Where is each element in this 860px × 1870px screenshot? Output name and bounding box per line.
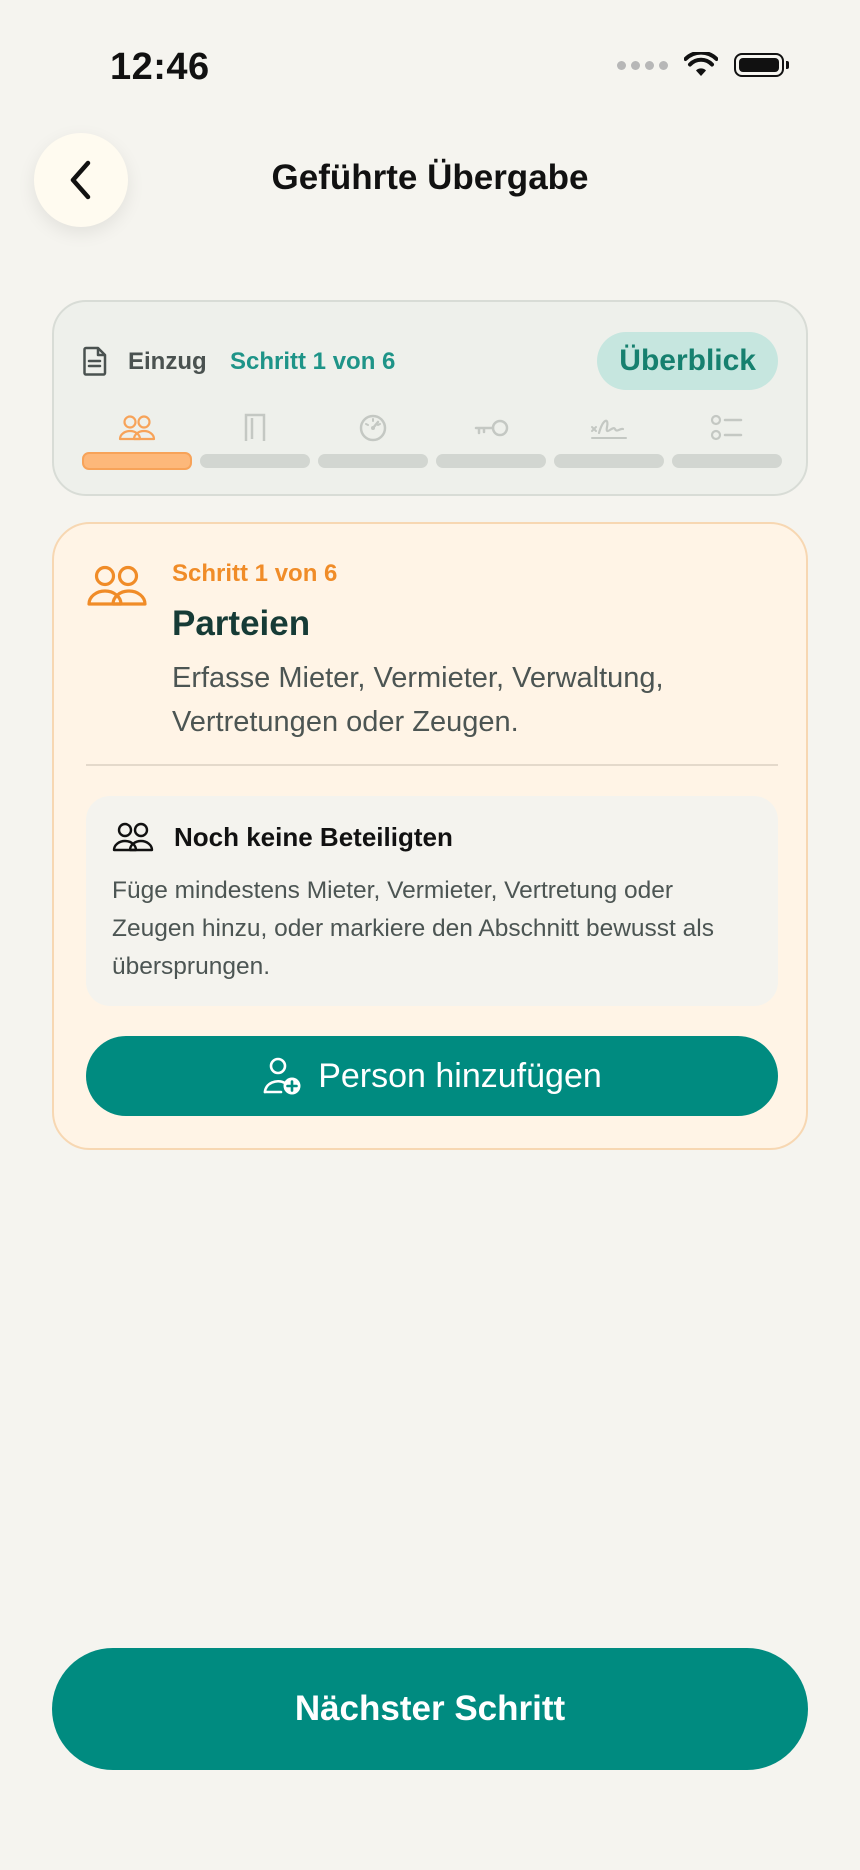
step-3-meters[interactable] [318,408,428,470]
battery-icon [734,53,789,77]
step-5-signatures[interactable] [554,408,664,470]
step-title: Parteien [172,604,311,643]
status-icons [617,52,789,78]
mode-label: Einzug [128,348,207,375]
step-bar [318,454,428,468]
key-icon [474,419,509,437]
step-bar [200,454,310,468]
empty-state: Noch keine Beteiligten Füge mindestens M… [86,796,778,1006]
divider [86,764,778,766]
step-indicator [82,408,782,470]
document-icon [83,346,107,376]
add-person-label: Person hinzufügen [318,1056,602,1095]
progress-card: Einzug Schritt 1 von 6 Überblick [52,300,808,496]
step-4-keys[interactable] [436,408,546,470]
cellular-signal-icon [617,60,668,70]
door-icon [244,413,266,441]
step-2-rooms[interactable] [200,408,310,470]
page-title: Geführte Übergabe [271,158,589,197]
step-bar [554,454,664,468]
step-kicker: Schritt 1 von 6 [172,560,338,587]
step-bar [672,454,782,468]
people-icon [87,565,147,606]
people-icon [118,415,156,441]
step-6-summary[interactable] [672,408,782,470]
next-step-button[interactable]: Nächster Schritt [52,1648,808,1770]
empty-state-text: Füge mindestens Mieter, Vermieter, Vertr… [112,877,714,980]
step-description: Erfasse Mieter, Vermieter, Verwaltung, V… [172,662,664,738]
step-1-parties[interactable] [82,408,192,470]
step-bar [436,454,546,468]
status-time: 12:46 [110,46,210,88]
step-counter: Schritt 1 von 6 [230,348,396,375]
meter-gauge-icon [359,414,387,442]
people-icon [112,822,154,852]
checklist-icon [710,414,743,441]
step-bar [82,452,192,470]
step-card: Schritt 1 von 6 Parteien Erfasse Mieter,… [52,522,808,1150]
overview-button[interactable]: Überblick [597,332,778,390]
add-person-icon [263,1057,301,1095]
empty-state-title: Noch keine Beteiligten [174,822,453,852]
add-person-button[interactable]: Person hinzufügen [86,1036,778,1116]
signature-icon [591,419,627,439]
wifi-icon [684,52,718,76]
